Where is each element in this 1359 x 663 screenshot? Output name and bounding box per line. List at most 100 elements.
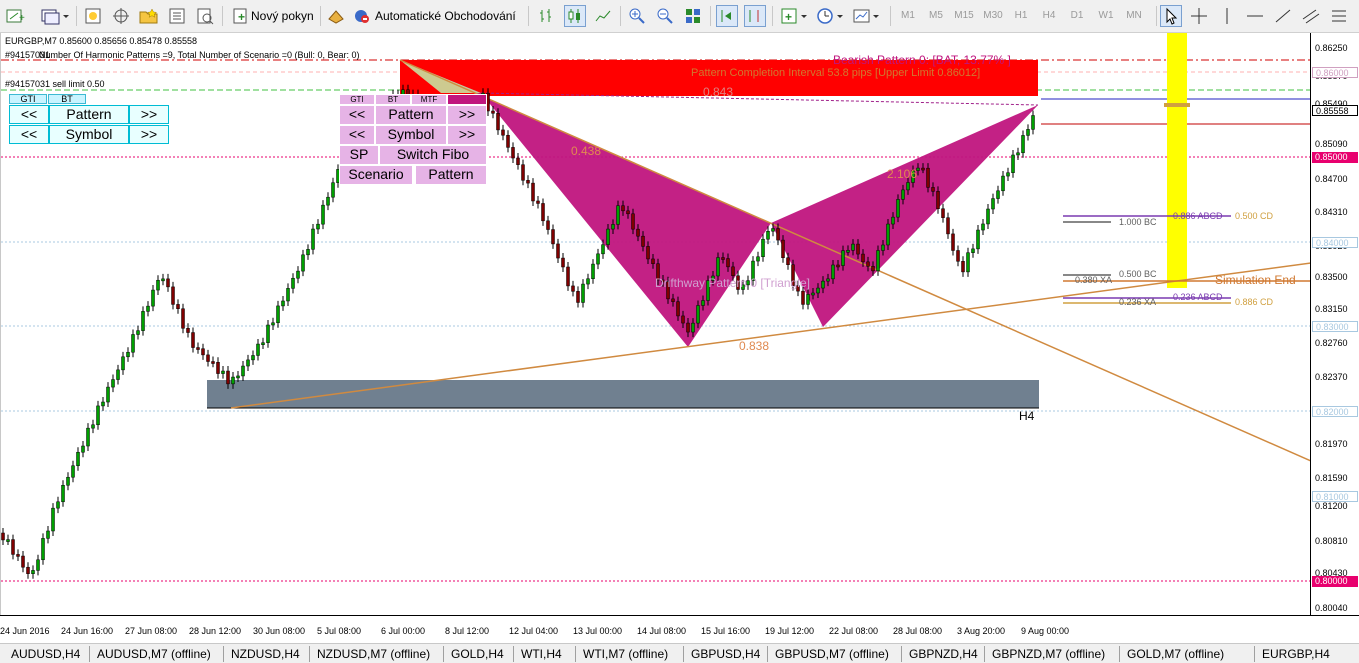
candle bbox=[601, 244, 605, 255]
price-level-box: 0.84000 bbox=[1312, 237, 1358, 248]
candle bbox=[1016, 152, 1020, 156]
zoom-in-icon[interactable] bbox=[626, 5, 648, 27]
auto-trading-icon[interactable] bbox=[352, 5, 372, 27]
price-axis[interactable]: 0.862500.858700.854900.850900.847000.843… bbox=[1310, 33, 1359, 615]
bt-button[interactable]: BT bbox=[48, 94, 86, 104]
chart-tab[interactable]: GBPNZD,H4 bbox=[909, 646, 978, 662]
time-axis[interactable]: 24 Jun 2016 24 Jun 16:00 27 Jun 08:00 28 Ju… bbox=[0, 615, 1359, 643]
chart-tab[interactable]: NZDUSD,M7 (offline) bbox=[317, 646, 430, 662]
bar-chart-icon[interactable] bbox=[536, 5, 558, 27]
folder-star-icon[interactable] bbox=[138, 5, 160, 27]
chart-tab[interactable]: GOLD,H4 bbox=[451, 646, 504, 662]
metaeditor-icon[interactable] bbox=[326, 5, 346, 27]
candle bbox=[541, 203, 545, 222]
strategy-tester-icon[interactable] bbox=[194, 5, 216, 27]
candle bbox=[301, 254, 305, 272]
chart-tab[interactable]: AUDUSD,M7 (offline) bbox=[97, 646, 211, 662]
candle bbox=[196, 347, 200, 350]
pink-next-symbol-button[interactable]: >> bbox=[447, 125, 487, 145]
switch-fibo-button[interactable]: Switch Fibo bbox=[379, 145, 487, 165]
pattern-list-button[interactable]: Pattern bbox=[415, 165, 487, 185]
candle bbox=[546, 220, 550, 230]
market-watch-icon[interactable] bbox=[82, 5, 104, 27]
candle bbox=[171, 286, 175, 305]
chart-tab[interactable]: WTI,M7 (offline) bbox=[583, 646, 668, 662]
symbol-button[interactable]: Symbol bbox=[49, 125, 129, 144]
chart-area[interactable]: EURGBP,M7 0.85600 0.85656 0.85478 0.8555… bbox=[0, 33, 1310, 615]
timeframe-d1[interactable]: D1 bbox=[1063, 5, 1091, 27]
pink-bt-button[interactable]: BT bbox=[375, 94, 411, 105]
candle bbox=[886, 223, 890, 246]
timeframe-h1[interactable]: H1 bbox=[1007, 5, 1035, 27]
pink-next-pattern-button[interactable]: >> bbox=[447, 105, 487, 125]
pink-prev-pattern-button[interactable]: << bbox=[339, 105, 375, 125]
candle bbox=[296, 270, 300, 279]
chart-tab[interactable]: EURGBP,H4 bbox=[1262, 646, 1330, 662]
new-chart-icon[interactable]: + bbox=[4, 5, 30, 27]
new-order-button[interactable]: Nový pokyn bbox=[251, 5, 314, 27]
auto-trading-button[interactable]: Automatické Obchodování bbox=[375, 5, 516, 27]
channel-icon[interactable] bbox=[1300, 5, 1322, 27]
chart-tab[interactable]: GBPNZD,M7 (offline) bbox=[992, 646, 1105, 662]
new-order-icon[interactable]: + bbox=[230, 5, 250, 27]
candle bbox=[221, 370, 225, 374]
autoscroll-icon[interactable] bbox=[716, 5, 738, 27]
timeframe-m1[interactable]: M1 bbox=[894, 5, 922, 27]
candle bbox=[271, 322, 275, 326]
next-pattern-button[interactable]: >> bbox=[129, 105, 169, 124]
pink-symbol-button[interactable]: Symbol bbox=[375, 125, 447, 145]
pink-gti-button[interactable]: GTI bbox=[339, 94, 375, 105]
candle bbox=[966, 252, 970, 273]
chart-tab[interactable]: GBPUSD,M7 (offline) bbox=[775, 646, 889, 662]
trendline-icon[interactable] bbox=[1272, 5, 1294, 27]
chart-canvas[interactable] bbox=[1, 33, 1310, 615]
candle bbox=[981, 223, 985, 231]
crosshair-icon[interactable] bbox=[1188, 5, 1210, 27]
chart-tab[interactable]: GBPUSD,H4 bbox=[691, 646, 760, 662]
cursor-icon[interactable] bbox=[1160, 5, 1182, 27]
timeframe-h4[interactable]: H4 bbox=[1035, 5, 1063, 27]
candle bbox=[76, 451, 80, 467]
chart-tab[interactable]: NZDUSD,H4 bbox=[231, 646, 300, 662]
tile-windows-icon[interactable] bbox=[682, 5, 704, 27]
pink-prev-symbol-button[interactable]: << bbox=[339, 125, 375, 145]
chart-tab[interactable]: WTI,H4 bbox=[521, 646, 562, 662]
timeframe-mn[interactable]: MN bbox=[1120, 5, 1148, 27]
svg-text:+: + bbox=[238, 10, 245, 24]
periods-clock-icon[interactable] bbox=[814, 5, 848, 27]
timeframe-w1[interactable]: W1 bbox=[1092, 5, 1120, 27]
pink-mtf-button[interactable]: MTF bbox=[411, 94, 447, 105]
pink-color-button[interactable] bbox=[447, 94, 487, 105]
timeframe-m5[interactable]: M5 bbox=[922, 5, 950, 27]
chart-tab[interactable]: GOLD,M7 (offline) bbox=[1127, 646, 1224, 662]
crosshair-navigator-icon[interactable] bbox=[110, 5, 132, 27]
candle bbox=[576, 291, 580, 303]
horizontal-line-icon[interactable] bbox=[1244, 5, 1266, 27]
fibonacci-icon[interactable] bbox=[1328, 5, 1350, 27]
candlestick-icon[interactable] bbox=[564, 5, 586, 27]
pink-pattern-button[interactable]: Pattern bbox=[375, 105, 447, 125]
timeframe-m15[interactable]: M15 bbox=[950, 5, 978, 27]
price-level-box: 0.86000 bbox=[1312, 67, 1358, 78]
candle bbox=[836, 264, 840, 268]
timeframe-m30[interactable]: M30 bbox=[979, 5, 1007, 27]
profiles-icon[interactable] bbox=[38, 5, 72, 27]
prev-pattern-button[interactable]: << bbox=[9, 105, 49, 124]
indicators-icon[interactable]: + bbox=[778, 5, 812, 27]
pattern-button[interactable]: Pattern bbox=[49, 105, 129, 124]
zoom-out-icon[interactable] bbox=[654, 5, 676, 27]
next-symbol-button[interactable]: >> bbox=[129, 125, 169, 144]
candle bbox=[71, 465, 75, 478]
chart-tab[interactable]: AUDUSD,H4 bbox=[11, 646, 80, 662]
time-tick-label: 3 Aug 20:00 bbox=[957, 626, 1006, 636]
prev-symbol-button[interactable]: << bbox=[9, 125, 49, 144]
vertical-line-icon[interactable] bbox=[1216, 5, 1238, 27]
sp-button[interactable]: SP bbox=[339, 145, 379, 165]
gti-button[interactable]: GTI bbox=[9, 94, 47, 104]
terminal-icon[interactable] bbox=[166, 5, 188, 27]
line-chart-icon[interactable] bbox=[592, 5, 614, 27]
chart-shift-icon[interactable] bbox=[744, 5, 766, 27]
templates-icon[interactable] bbox=[850, 5, 884, 27]
candle bbox=[181, 308, 185, 329]
scenario-button[interactable]: Scenario bbox=[339, 165, 413, 185]
